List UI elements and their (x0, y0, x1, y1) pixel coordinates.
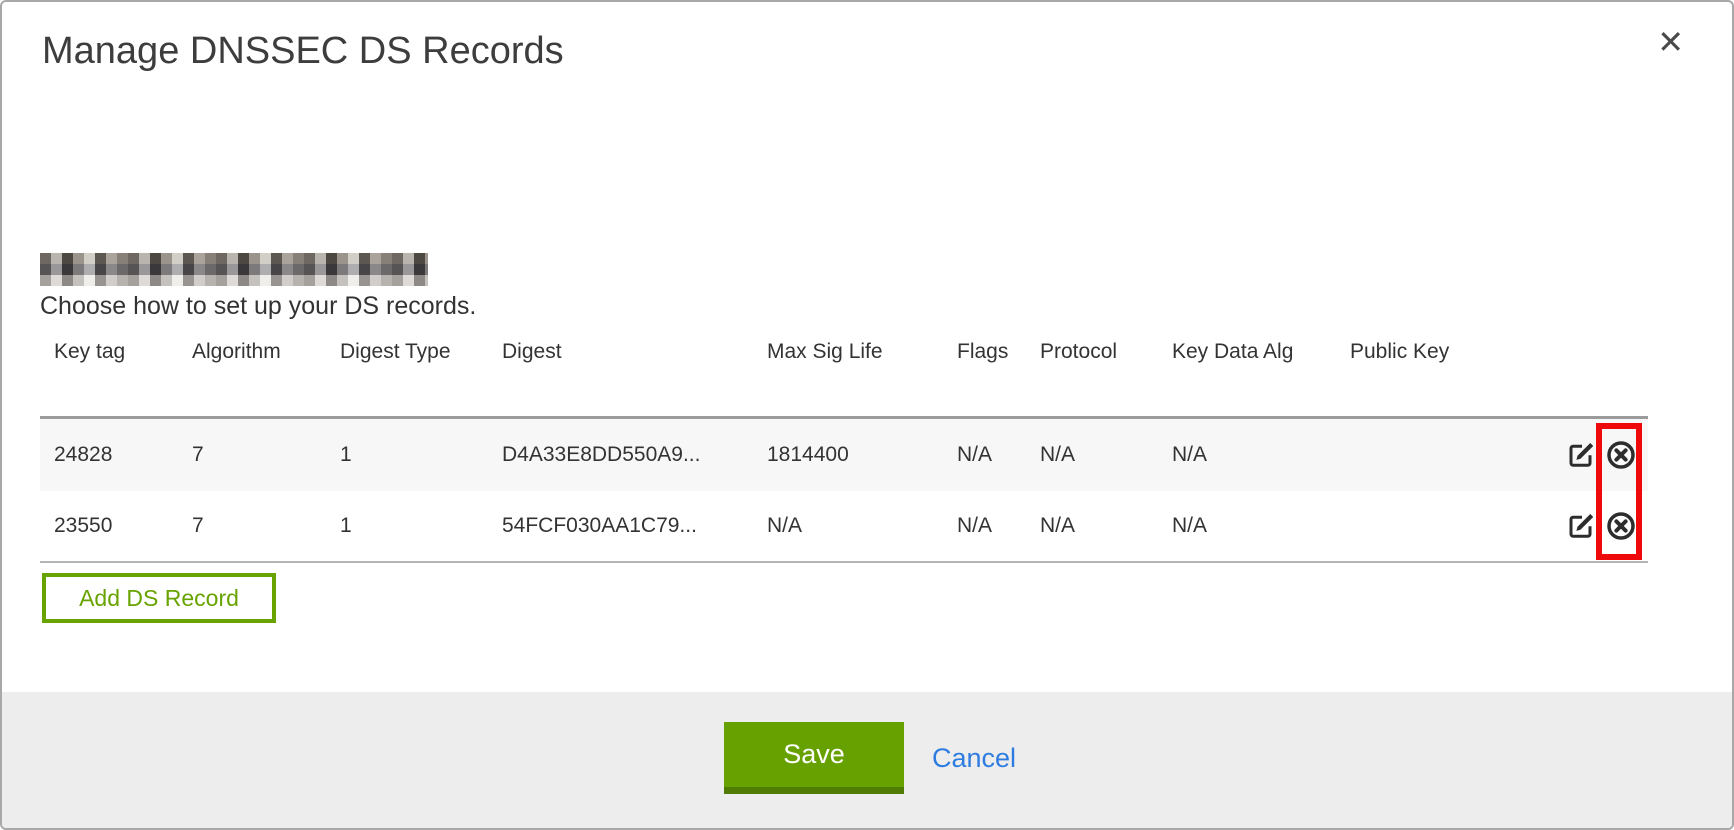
cell-algorithm: 7 (178, 514, 326, 538)
redacted-domain-name (40, 253, 428, 286)
cancel-link[interactable]: Cancel (932, 722, 1016, 794)
cell-digest: 54FCF030AA1C79... (488, 514, 753, 538)
dialog-title: Manage DNSSEC DS Records (42, 30, 564, 73)
edit-icon[interactable] (1566, 440, 1596, 470)
cell-key-tag: 24828 (40, 443, 178, 467)
col-header-digest-type: Digest Type (326, 332, 488, 364)
cell-max-sig-life: 1814400 (753, 443, 943, 467)
col-header-key-data-alg: Key Data Alg (1158, 332, 1336, 364)
col-header-public-key: Public Key (1336, 332, 1548, 364)
table-row: 24828 7 1 D4A33E8DD550A9... 1814400 N/A … (40, 419, 1648, 491)
cell-digest-type: 1 (326, 514, 488, 538)
delete-circle-x-icon[interactable] (1606, 440, 1636, 470)
delete-circle-x-icon[interactable] (1606, 511, 1636, 541)
add-ds-record-button[interactable]: Add DS Record (42, 573, 276, 623)
cell-digest-type: 1 (326, 443, 488, 467)
cell-flags: N/A (943, 514, 1026, 538)
row-actions (1548, 511, 1648, 541)
col-header-flags: Flags (943, 332, 1026, 364)
ds-records-table: Key tag Algorithm Digest Type Digest Max… (40, 332, 1648, 563)
cell-key-tag: 23550 (40, 514, 178, 538)
col-header-max-sig-life: Max Sig Life (753, 332, 943, 364)
cell-digest: D4A33E8DD550A9... (488, 443, 753, 467)
col-header-key-tag: Key tag (40, 332, 178, 364)
col-header-algorithm: Algorithm (178, 332, 326, 364)
edit-icon[interactable] (1566, 511, 1596, 541)
cell-protocol: N/A (1026, 443, 1158, 467)
table-row: 23550 7 1 54FCF030AA1C79... N/A N/A N/A … (40, 491, 1648, 563)
row-actions (1548, 440, 1648, 470)
dialog-footer: Save Cancel (2, 692, 1732, 828)
cell-flags: N/A (943, 443, 1026, 467)
manage-dnssec-dialog: Manage DNSSEC DS Records ✕ Choose how to… (0, 0, 1734, 830)
cell-algorithm: 7 (178, 443, 326, 467)
cell-max-sig-life: N/A (753, 514, 943, 538)
col-header-protocol: Protocol (1026, 332, 1158, 364)
cell-key-data-alg: N/A (1158, 514, 1336, 538)
cell-key-data-alg: N/A (1158, 443, 1336, 467)
col-header-digest: Digest (488, 332, 753, 364)
col-header-actions (1548, 332, 1648, 340)
dialog-subtitle: Choose how to set up your DS records. (40, 292, 476, 321)
cell-protocol: N/A (1026, 514, 1158, 538)
table-header-row: Key tag Algorithm Digest Type Digest Max… (40, 332, 1648, 419)
close-icon[interactable]: ✕ (1657, 26, 1684, 58)
save-button[interactable]: Save (724, 722, 904, 794)
